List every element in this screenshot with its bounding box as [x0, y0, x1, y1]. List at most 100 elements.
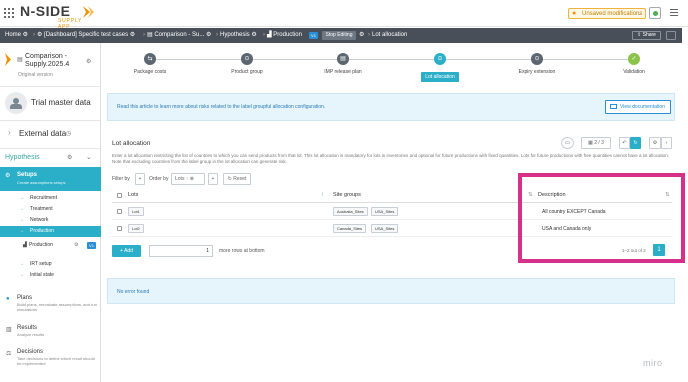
- view-documentation-button[interactable]: View documentation: [605, 100, 671, 114]
- site-chip[interactable]: Australia_Sites: [333, 207, 368, 216]
- version-tag: V1: [87, 242, 96, 249]
- order-add-button[interactable]: +: [208, 173, 218, 185]
- site-chip[interactable]: USA_Sites: [371, 224, 399, 233]
- status-indicator[interactable]: [649, 7, 661, 19]
- sidebar-item-production-version[interactable]: ▟ Production ⚙ V1: [0, 240, 101, 251]
- arrow-right-icon: →: [19, 195, 24, 201]
- sidebar-item-results[interactable]: ▥ Results Analyze results: [0, 325, 101, 351]
- settings-icon[interactable]: ⚙: [649, 137, 661, 149]
- table-header: Lots ↑ Site groups ⇅ Description ⇅: [112, 189, 672, 203]
- page-button[interactable]: 1: [653, 244, 665, 256]
- scenario-header[interactable]: ▤ Comparison - Supply.2025.4 Original ve…: [0, 43, 101, 85]
- plans-icon: ●: [6, 296, 10, 302]
- setups-label: Setups: [17, 172, 38, 178]
- gear-icon[interactable]: ⚙: [67, 154, 72, 161]
- chevron-right-icon: ›: [8, 128, 11, 137]
- refresh-icon[interactable]: ↻: [630, 137, 641, 149]
- sidebar-item-setups[interactable]: ⚙ Setups Create assumptions setups: [0, 167, 101, 191]
- green-status-icon: [653, 11, 658, 16]
- sidebar-item-production[interactable]: → Production: [0, 226, 101, 237]
- share-button[interactable]: ⇪ Share: [632, 31, 661, 40]
- breadcrumb-settings[interactable]: ⚙: [359, 28, 364, 43]
- sidebar-item-treatment[interactable]: → Treatment: [0, 204, 101, 215]
- undo-icon[interactable]: ↶: [619, 137, 630, 149]
- step-product-group[interactable]: ⊙ Product group: [207, 53, 287, 75]
- sidebar-item-network[interactable]: → Network: [0, 215, 101, 226]
- setups-sub: Create assumptions setups: [17, 180, 66, 185]
- info-banner: Read this article to learn more about ri…: [107, 93, 675, 121]
- setups-icon: ⚙: [5, 173, 11, 179]
- row-checkbox[interactable]: [117, 226, 122, 231]
- table-row[interactable]: Lot1 Australia_Sites USA_Sites All count…: [112, 204, 672, 220]
- external-data[interactable]: › External data ◷: [0, 120, 101, 146]
- reset-button[interactable]: ↻ Reset: [223, 173, 251, 185]
- file-icon: ▤: [17, 57, 23, 63]
- select-all-checkbox[interactable]: [117, 193, 122, 198]
- check-icon: ✓: [628, 53, 640, 65]
- step-lot-allocation[interactable]: ⊙ Lot allocation: [400, 53, 480, 83]
- hamburger-menu-icon[interactable]: [670, 9, 678, 17]
- row-checkbox[interactable]: [117, 209, 122, 214]
- breadcrumb-dashboard[interactable]: › ⚙ [Dashboard] Specific test cases ⚙: [31, 28, 135, 43]
- lot-chip[interactable]: Lot2: [128, 224, 144, 233]
- breadcrumb-current: › Lot allocation: [368, 32, 408, 38]
- step-imp-release-plan[interactable]: ▤ IMP release plan: [303, 53, 383, 75]
- results-icon: ▥: [6, 327, 12, 333]
- column-lots[interactable]: Lots: [128, 192, 138, 198]
- sidebar-item-initial-state[interactable]: → Initial state: [0, 270, 101, 281]
- expand-button[interactable]: [666, 31, 676, 40]
- site-chip[interactable]: Canada_Sites: [333, 224, 367, 233]
- panel-description: Enter a lot allocation restricting the l…: [112, 153, 669, 164]
- user-group-icon: [5, 92, 27, 114]
- description-cell[interactable]: USA and Canada only: [542, 226, 591, 232]
- order-by-label: Order by: [149, 176, 169, 182]
- column-description[interactable]: Description: [538, 192, 566, 198]
- filter-count-button[interactable]: ▦ 2 / 3: [581, 137, 611, 149]
- add-button[interactable]: + Add: [112, 245, 141, 257]
- monitor-icon: [610, 104, 617, 109]
- sort-icon[interactable]: ⇅: [528, 192, 533, 198]
- gear-icon[interactable]: ⚙: [74, 240, 78, 251]
- external-data-label: External data: [19, 129, 67, 138]
- breadcrumb-production[interactable]: › ▟ Production: [261, 28, 302, 43]
- step-icon: ⊙: [241, 53, 253, 65]
- info-text[interactable]: Read this article to learn more about ri…: [117, 104, 325, 110]
- keyboard-icon[interactable]: ▭: [561, 137, 574, 149]
- logo-mark-icon: [83, 6, 94, 18]
- lot-chip[interactable]: Lot1: [128, 207, 144, 216]
- breadcrumb-home[interactable]: Home ⚙: [5, 28, 28, 43]
- pagination-text: 1–2 out of 2: [622, 248, 646, 253]
- sidebar: ▤ Comparison - Supply.2025.4 Original ve…: [0, 43, 101, 382]
- order-chip[interactable]: Lots ↑ ⊗: [171, 173, 205, 185]
- sidebar-item-irt-setup[interactable]: → IRT setup: [0, 259, 101, 270]
- sidebar-item-decisions[interactable]: ⚖ Decisions Take decisions to define whi…: [0, 349, 101, 375]
- error-text: No error found: [117, 289, 150, 295]
- gear-icon[interactable]: ⚙: [86, 58, 91, 65]
- unsaved-modifications-dropdown[interactable]: ● Unsaved modifications ⌄: [568, 8, 646, 19]
- step-expiry-extension[interactable]: ⊙ Expiry extension: [497, 53, 577, 75]
- stop-editing-button[interactable]: Stop Editing: [322, 31, 356, 40]
- description-cell[interactable]: All country EXCEPT Canada: [542, 209, 606, 215]
- table-row[interactable]: Lot2 Canada_Sites USA_Sites USA and Cana…: [112, 221, 672, 237]
- more-icon[interactable]: ‹: [661, 137, 672, 149]
- arrow-right-icon: →: [19, 261, 24, 267]
- step-icon: ▤: [337, 53, 349, 65]
- decisions-icon: ⚖: [6, 351, 12, 357]
- breadcrumb-comparison[interactable]: › ▤ Comparison - Su... ⚙: [141, 28, 211, 43]
- step-package-costs[interactable]: ⇆ Package costs: [110, 53, 190, 75]
- rows-count-input[interactable]: 1: [149, 245, 213, 257]
- sidebar-item-plans[interactable]: ● Plans Build plans, reevaluate assumpti…: [0, 295, 101, 321]
- app-grid-icon[interactable]: [4, 8, 14, 18]
- sidebar-item-recruitment[interactable]: → Recruitment: [0, 193, 101, 204]
- scenario-name: Comparison - Supply.2025.4: [25, 53, 70, 68]
- site-chip[interactable]: USA_Sites: [371, 207, 399, 216]
- filter-add-button[interactable]: +: [135, 173, 145, 185]
- sort-icon[interactable]: ⇅: [665, 192, 670, 198]
- trial-master-data[interactable]: Trial master data: [0, 86, 101, 119]
- step-validation[interactable]: ✓ Validation: [594, 53, 674, 75]
- hypothesis-section[interactable]: Hypothesis ⚙ ⌄: [0, 148, 101, 166]
- breadcrumb-hypothesis[interactable]: › Hypothesis ⚙: [214, 28, 257, 43]
- column-site-groups[interactable]: Site groups: [333, 192, 361, 198]
- sort-asc-icon[interactable]: ↑: [321, 192, 324, 198]
- clock-icon: ◷: [66, 131, 72, 137]
